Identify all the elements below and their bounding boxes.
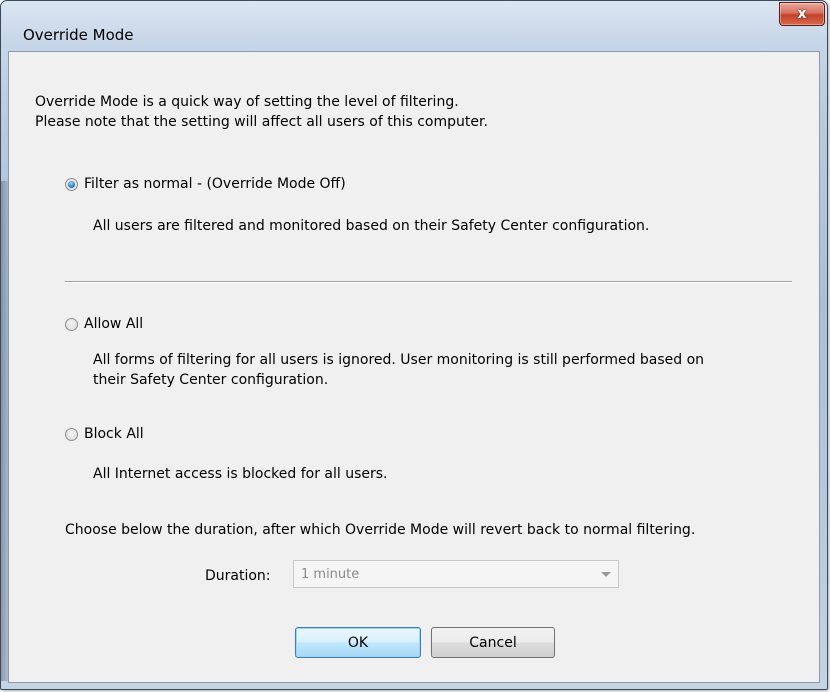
intro-text: Override Mode is a quick way of setting …	[35, 92, 488, 132]
radio-button-checked[interactable]	[65, 177, 78, 191]
radio-filter-as-normal[interactable]: Filter as normal - (Override Mode Off)	[65, 176, 346, 192]
intro-line-2: Please note that the setting will affect…	[35, 114, 488, 130]
ok-button[interactable]: OK	[295, 627, 421, 658]
dialog-body: Override Mode is a quick way of setting …	[8, 51, 820, 683]
radio-allow-all[interactable]: Allow All	[65, 316, 143, 332]
description-allow-all: All forms of filtering for all users is …	[93, 350, 704, 390]
intro-line-1: Override Mode is a quick way of setting …	[35, 94, 459, 110]
radio-block-all[interactable]: Block All	[65, 426, 144, 442]
duration-label: Duration:	[205, 568, 271, 584]
close-icon: x	[797, 6, 807, 22]
description-block-all: All Internet access is blocked for all u…	[93, 464, 388, 484]
cancel-button[interactable]: Cancel	[431, 627, 555, 658]
radio-label-allow-all[interactable]: Allow All	[84, 316, 143, 332]
radio-button[interactable]	[65, 317, 78, 331]
description-line: All forms of filtering for all users is …	[93, 352, 705, 368]
chevron-down-icon[interactable]	[601, 572, 611, 577]
description-filter-as-normal: All users are filtered and monitored bas…	[93, 216, 649, 236]
override-mode-dialog: Override Mode x Override Mode is a quick…	[0, 0, 828, 690]
duration-selected-value: 1 minute	[301, 566, 360, 582]
section-divider	[65, 281, 792, 283]
duration-instruction: Choose below the duration, after which O…	[65, 522, 696, 538]
radio-label-filter-as-normal[interactable]: Filter as normal - (Override Mode Off)	[84, 176, 346, 192]
close-button[interactable]: x	[779, 2, 825, 26]
duration-dropdown[interactable]: 1 minute	[293, 560, 619, 588]
window-title: Override Mode	[23, 26, 134, 44]
description-line: All Internet access is blocked for all u…	[93, 466, 388, 482]
radio-label-block-all[interactable]: Block All	[84, 426, 144, 442]
description-line: their Safety Center configuration.	[93, 372, 329, 388]
description-line: All users are filtered and monitored bas…	[93, 218, 650, 234]
radio-button[interactable]	[65, 427, 78, 441]
